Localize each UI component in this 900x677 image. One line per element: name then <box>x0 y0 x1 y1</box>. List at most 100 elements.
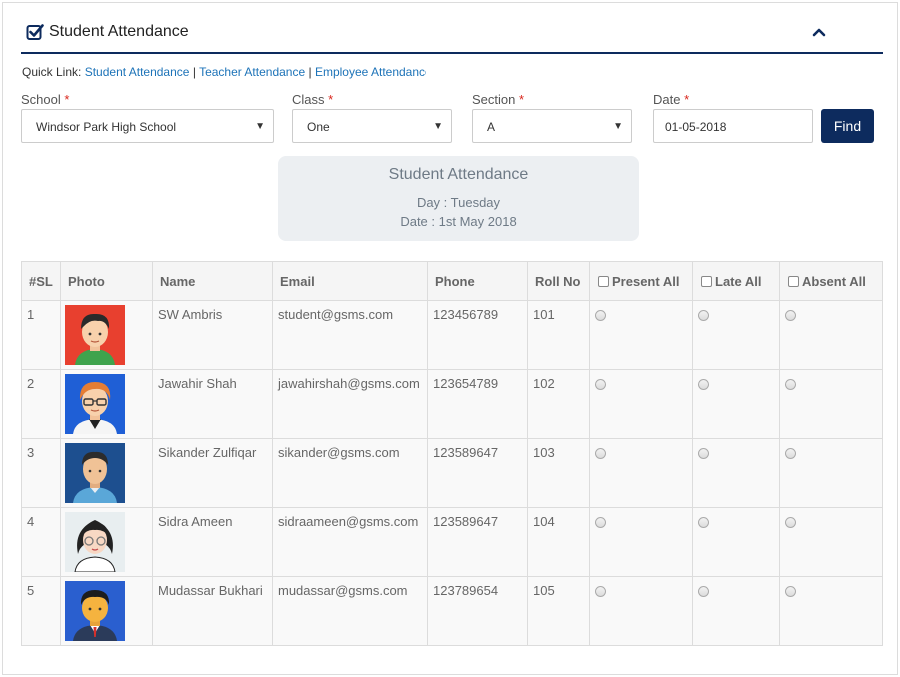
table-row: 1 SW Ambris student@gsms.com 123456789 1… <box>21 300 883 370</box>
cell-absent <box>779 300 883 370</box>
quick-link-teacher-attendance[interactable]: Teacher Attendance <box>199 65 305 79</box>
late-radio[interactable] <box>698 586 709 597</box>
cell-roll-no: 102 <box>527 369 590 439</box>
cell-present <box>589 576 693 646</box>
required-marker: * <box>684 92 690 107</box>
cell-email: sikander@gsms.com <box>272 438 428 508</box>
cell-photo <box>60 300 153 370</box>
cell-phone: 123589647 <box>427 438 528 508</box>
column-header-email: Email <box>272 261 428 301</box>
present-radio[interactable] <box>595 517 606 528</box>
present-radio[interactable] <box>595 310 606 321</box>
section-select[interactable]: A ▼ <box>472 109 632 143</box>
quick-link-employee-attendance[interactable]: Employee Attendance <box>315 65 426 79</box>
school-label-text: School <box>21 92 61 107</box>
late-radio[interactable] <box>698 379 709 390</box>
table-header-row: #SL Photo Name Email Phone Roll No Prese… <box>21 261 883 301</box>
present-all-label: Present All <box>612 274 680 289</box>
absent-radio[interactable] <box>785 448 796 459</box>
avatar-man-navy <box>65 443 125 503</box>
table-row: 2 Jawahir Shah jawahirshah@gsms.com 1236… <box>21 369 883 439</box>
cell-roll-no: 101 <box>527 300 590 370</box>
avatar-suit-blue <box>65 581 125 641</box>
date-input[interactable]: 01-05-2018 <box>653 109 813 143</box>
summary-day: Day : Tuesday <box>416 195 501 210</box>
column-header-roll-no: Roll No <box>527 261 590 301</box>
late-all-label: Late All <box>715 274 762 289</box>
column-header-sl: #SL <box>21 261 61 301</box>
cell-photo <box>60 438 153 508</box>
page-title: Student Attendance <box>49 23 189 40</box>
cell-absent <box>779 507 883 577</box>
cell-present <box>589 438 693 508</box>
caret-down-icon: ▼ <box>255 121 265 132</box>
quick-link-separator: | <box>192 65 196 79</box>
present-radio[interactable] <box>595 379 606 390</box>
required-marker: * <box>64 92 70 107</box>
section-label-text: Section <box>472 92 516 107</box>
class-select[interactable]: One ▼ <box>292 109 452 143</box>
cell-absent <box>779 438 883 508</box>
column-header-photo: Photo <box>60 261 153 301</box>
cell-sl: 1 <box>21 300 61 370</box>
date-input-value: 01-05-2018 <box>665 120 727 134</box>
school-label: School * <box>21 92 69 107</box>
section-select-value: A <box>487 120 496 134</box>
absent-radio[interactable] <box>785 517 796 528</box>
cell-name: Mudassar Bukhari <box>152 576 273 646</box>
summary-date: Date : 1st May 2018 <box>400 214 517 229</box>
late-radio[interactable] <box>698 310 709 321</box>
column-header-present-all: Present All <box>589 261 693 301</box>
column-header-phone: Phone <box>427 261 528 301</box>
absent-all-checkbox[interactable] <box>788 276 799 287</box>
absent-radio[interactable] <box>785 310 796 321</box>
cell-photo <box>60 507 153 577</box>
absent-all-label: Absent All <box>802 274 866 289</box>
cell-roll-no: 103 <box>527 438 590 508</box>
date-label: Date * <box>653 92 689 107</box>
table-row: 3 Sikander Zulfiqar sikander@gsms.com 12… <box>21 438 883 508</box>
present-radio[interactable] <box>595 448 606 459</box>
cell-sl: 2 <box>21 369 61 439</box>
cell-roll-no: 104 <box>527 507 590 577</box>
cell-phone: 123789654 <box>427 576 528 646</box>
quick-link-separator: | <box>308 65 312 79</box>
caret-down-icon: ▼ <box>613 121 623 132</box>
date-label-text: Date <box>653 92 681 107</box>
cell-absent <box>779 576 883 646</box>
required-marker: * <box>328 92 334 107</box>
cell-present <box>589 369 693 439</box>
absent-radio[interactable] <box>785 379 796 390</box>
class-select-value: One <box>307 120 330 134</box>
present-radio[interactable] <box>595 586 606 597</box>
chevron-up-icon[interactable] <box>810 23 828 41</box>
cell-late <box>692 300 780 370</box>
quick-links: Quick Link: Student Attendance | Teacher… <box>22 65 426 79</box>
find-button[interactable]: Find <box>821 109 874 143</box>
late-radio[interactable] <box>698 448 709 459</box>
cell-name: Jawahir Shah <box>152 369 273 439</box>
avatar-glasses-blue <box>65 374 125 434</box>
cell-phone: 123456789 <box>427 300 528 370</box>
cell-sl: 3 <box>21 438 61 508</box>
attendance-panel: Student Attendance Quick Link: Student A… <box>2 2 898 675</box>
class-label: Class * <box>292 92 333 107</box>
cell-late <box>692 369 780 439</box>
absent-radio[interactable] <box>785 586 796 597</box>
school-select[interactable]: Windsor Park High School ▼ <box>21 109 274 143</box>
attendance-table: #SL Photo Name Email Phone Roll No Prese… <box>21 261 883 646</box>
cell-sl: 5 <box>21 576 61 646</box>
quick-link-prefix: Quick Link: <box>22 65 82 79</box>
cell-present <box>589 300 693 370</box>
late-radio[interactable] <box>698 517 709 528</box>
cell-name: Sidra Ameen <box>152 507 273 577</box>
late-all-checkbox[interactable] <box>701 276 712 287</box>
cell-phone: 123589647 <box>427 507 528 577</box>
cell-late <box>692 507 780 577</box>
present-all-checkbox[interactable] <box>598 276 609 287</box>
cell-photo <box>60 369 153 439</box>
class-label-text: Class <box>292 92 325 107</box>
cell-roll-no: 105 <box>527 576 590 646</box>
cell-late <box>692 438 780 508</box>
quick-link-student-attendance[interactable]: Student Attendance <box>85 65 190 79</box>
